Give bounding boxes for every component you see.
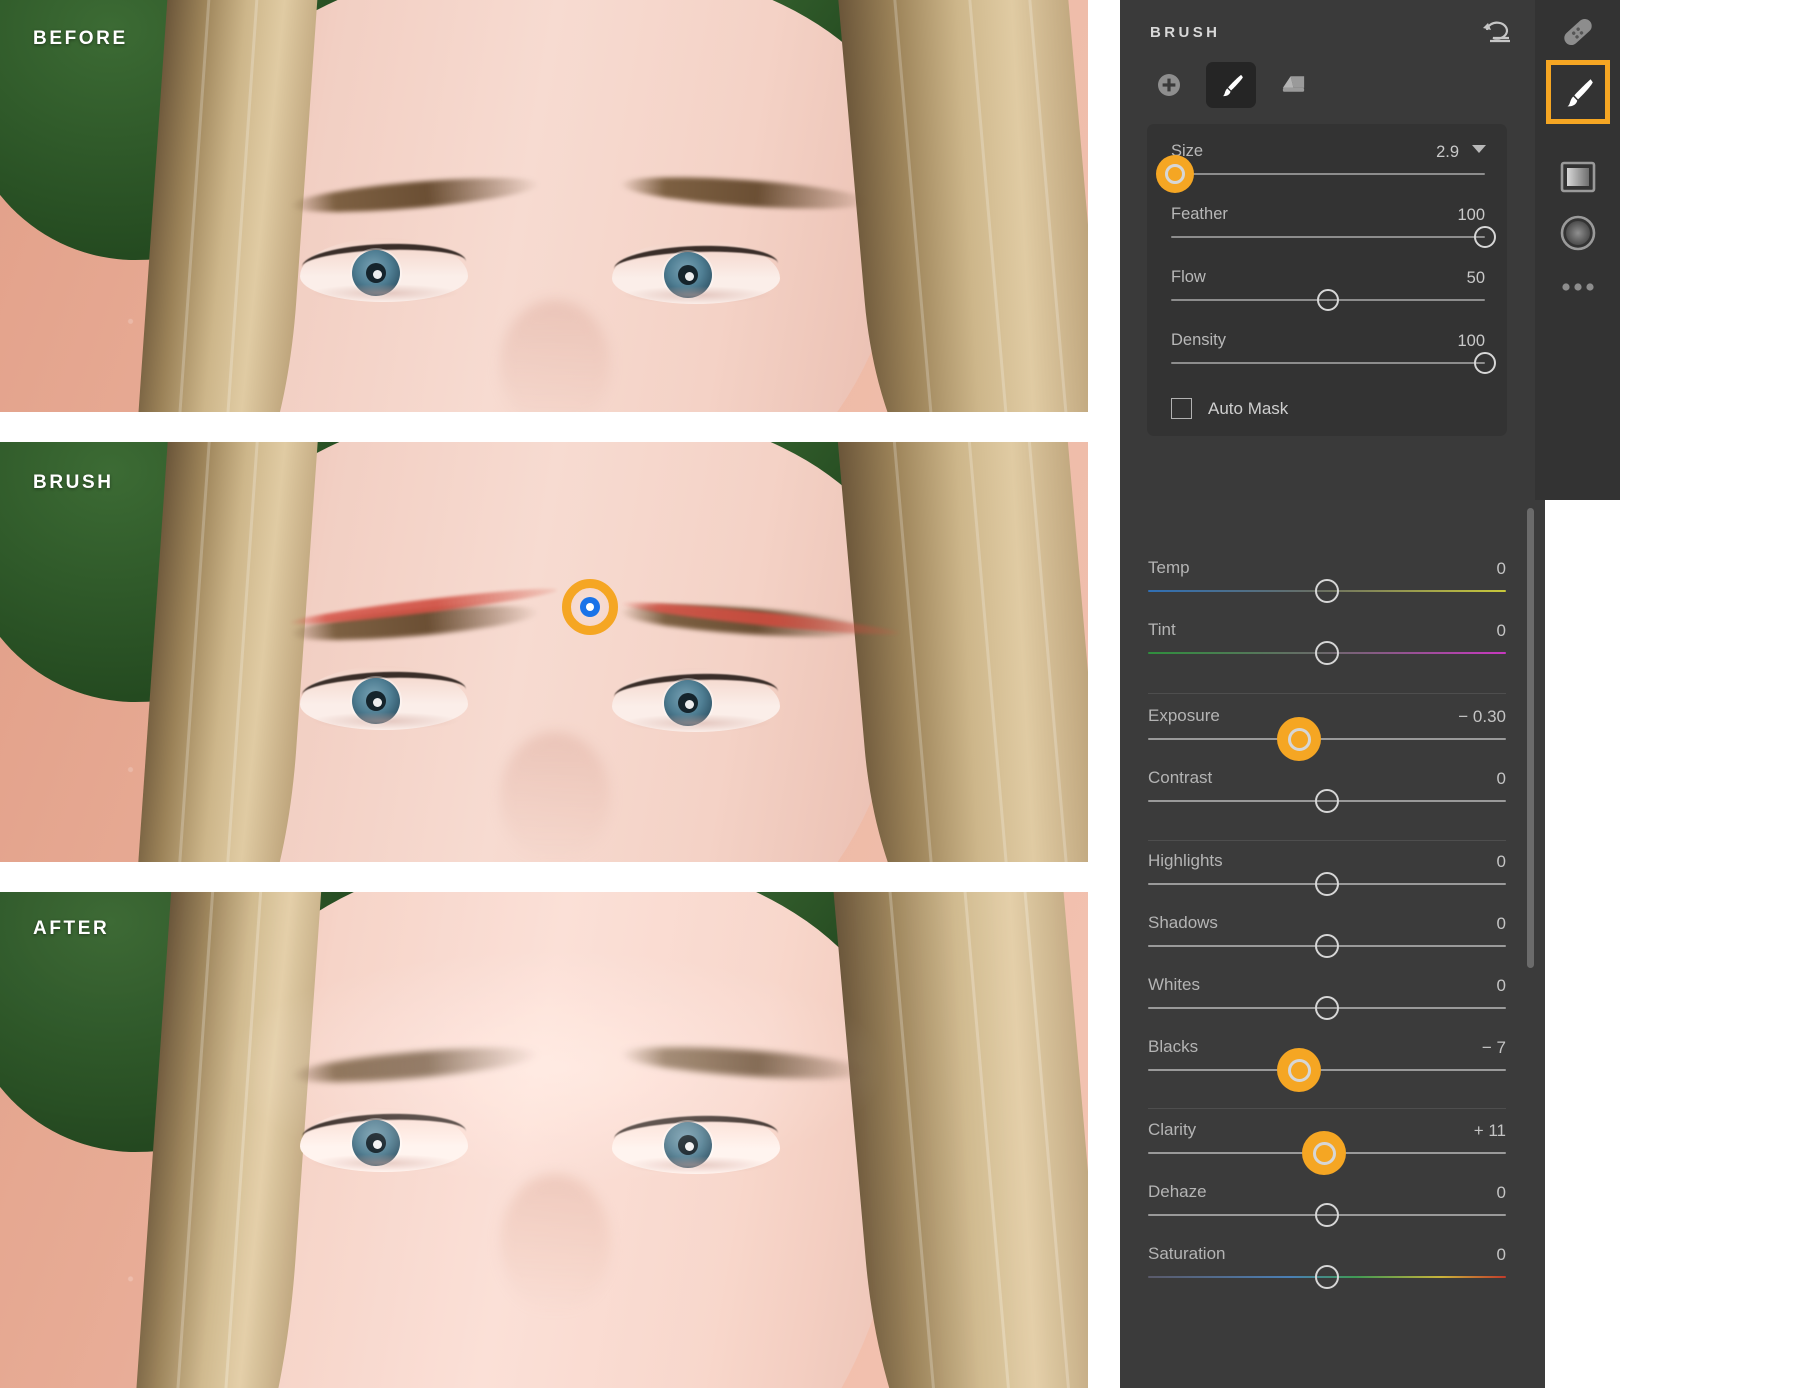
healing-brush-icon[interactable] [1553,7,1603,57]
slider-saturation-label: Saturation [1148,1244,1226,1264]
slider-shadows-label: Shadows [1148,913,1218,933]
brush-cursor[interactable] [562,579,618,635]
slider-feather-knob[interactable] [1474,226,1496,248]
slider-whites-knob[interactable] [1315,996,1339,1020]
slider-contrast-label: Contrast [1148,768,1212,788]
slider-size-knob[interactable] [1156,155,1194,193]
slider-exposure-track[interactable] [1148,738,1506,740]
linear-gradient-icon[interactable] [1553,152,1603,202]
slider-feather-value: 100 [1457,206,1485,225]
auto-mask-row[interactable]: Auto Mask [1171,398,1288,419]
slider-blacks-track[interactable] [1148,1069,1506,1071]
eye-right [612,240,780,304]
slider-dehaze-knob[interactable] [1315,1203,1339,1227]
vertical-scrollbar[interactable] [1527,508,1534,1388]
slider-feather-track[interactable] [1171,236,1485,238]
adjustment-slider-list: Temp 0 Tint 0 Exposure − 0.30 Contrast 0 [1120,500,1528,1388]
slider-size-track[interactable] [1171,173,1485,175]
brush-panel-title: BRUSH [1150,24,1220,41]
slider-dehaze-label: Dehaze [1148,1182,1207,1202]
slider-contrast-value: 0 [1497,769,1506,789]
slider-shadows-knob[interactable] [1315,934,1339,958]
undo-reset-icon[interactable] [1481,18,1511,44]
divider [1148,1108,1506,1109]
brush-mode-group [1144,62,1318,108]
slider-saturation-value: 0 [1497,1245,1506,1265]
auto-mask-label: Auto Mask [1208,399,1288,419]
slider-whites-label: Whites [1148,975,1200,995]
slider-blacks-value: − 7 [1482,1038,1506,1058]
slider-shadows-value: 0 [1497,914,1506,934]
page-background [1620,0,1800,1388]
slider-temp-label: Temp [1148,558,1190,578]
slider-contrast-knob[interactable] [1315,789,1339,813]
slider-density-knob[interactable] [1474,352,1496,374]
slider-temp-value: 0 [1497,559,1506,579]
photo-before: BEFORE [0,0,1088,412]
slider-clarity-knob[interactable] [1302,1131,1346,1175]
slider-density-value: 100 [1457,332,1485,351]
photo-after: AFTER [0,892,1088,1388]
divider [1148,693,1506,694]
brush-slider-card: Size 2.9 Feather 100 Flow 50 Density 100 [1147,124,1507,436]
slider-density-label: Density [1171,331,1226,350]
slider-clarity-label: Clarity [1148,1120,1196,1140]
photo-label-before: BEFORE [33,28,128,50]
slider-tint-knob[interactable] [1315,641,1339,665]
slider-highlights-label: Highlights [1148,851,1223,871]
slider-flow-knob[interactable] [1317,289,1339,311]
nose [500,1174,610,1314]
eye-right [612,668,780,732]
slider-exposure-label: Exposure [1148,706,1220,726]
nose [500,732,610,862]
slider-tint-value: 0 [1497,621,1506,641]
slider-flow-value: 50 [1467,269,1485,288]
brush-eraser-icon[interactable] [1268,62,1318,108]
slider-whites-value: 0 [1497,976,1506,996]
tool-rail [1535,0,1620,500]
photo-comparison-column: BEFORE [0,0,1088,1388]
eye-left [300,238,468,302]
hair-right [836,442,1088,862]
chevron-down-icon[interactable] [1472,145,1486,153]
slider-size-value: 2.9 [1436,143,1459,162]
brush-settings-panel: BRUSH [1120,0,1535,500]
slider-highlights-knob[interactable] [1315,872,1339,896]
slider-clarity-value: + 11 [1474,1121,1506,1141]
radial-gradient-icon[interactable] [1553,208,1603,258]
slider-saturation-knob[interactable] [1315,1265,1339,1289]
slider-dehaze-value: 0 [1497,1183,1506,1203]
slider-blacks-knob[interactable] [1277,1048,1321,1092]
slider-feather-label: Feather [1171,205,1228,224]
adjustment-panel: Temp 0 Tint 0 Exposure − 0.30 Contrast 0 [1120,500,1545,1388]
brush-new-icon[interactable] [1144,62,1194,108]
photo-label-after: AFTER [33,918,109,940]
hair-right [837,0,1088,412]
slider-tint-label: Tint [1148,620,1176,640]
scrollbar-thumb[interactable] [1527,508,1534,968]
divider [1148,840,1506,841]
photo-before-art [0,0,1088,412]
retouch-smoothing-overlay [230,952,880,1182]
slider-temp-knob[interactable] [1315,579,1339,603]
more-options-icon[interactable] [1553,262,1603,312]
eye-left [300,666,468,730]
brush-tool-icon[interactable] [1546,60,1610,124]
photo-brush: BRUSH [0,442,1088,862]
auto-mask-checkbox[interactable] [1171,398,1192,419]
photo-brush-art [0,442,1088,862]
slider-blacks-label: Blacks [1148,1037,1198,1057]
slider-density-track[interactable] [1171,362,1485,364]
brush-paint-icon[interactable] [1206,62,1256,108]
slider-exposure-knob[interactable] [1277,717,1321,761]
slider-exposure-value: − 0.30 [1458,707,1506,727]
slider-highlights-value: 0 [1497,852,1506,872]
slider-flow-label: Flow [1171,268,1206,287]
brush-cursor-center-dot [580,597,600,617]
photo-label-brush: BRUSH [33,472,114,494]
photo-after-art [0,892,1088,1388]
